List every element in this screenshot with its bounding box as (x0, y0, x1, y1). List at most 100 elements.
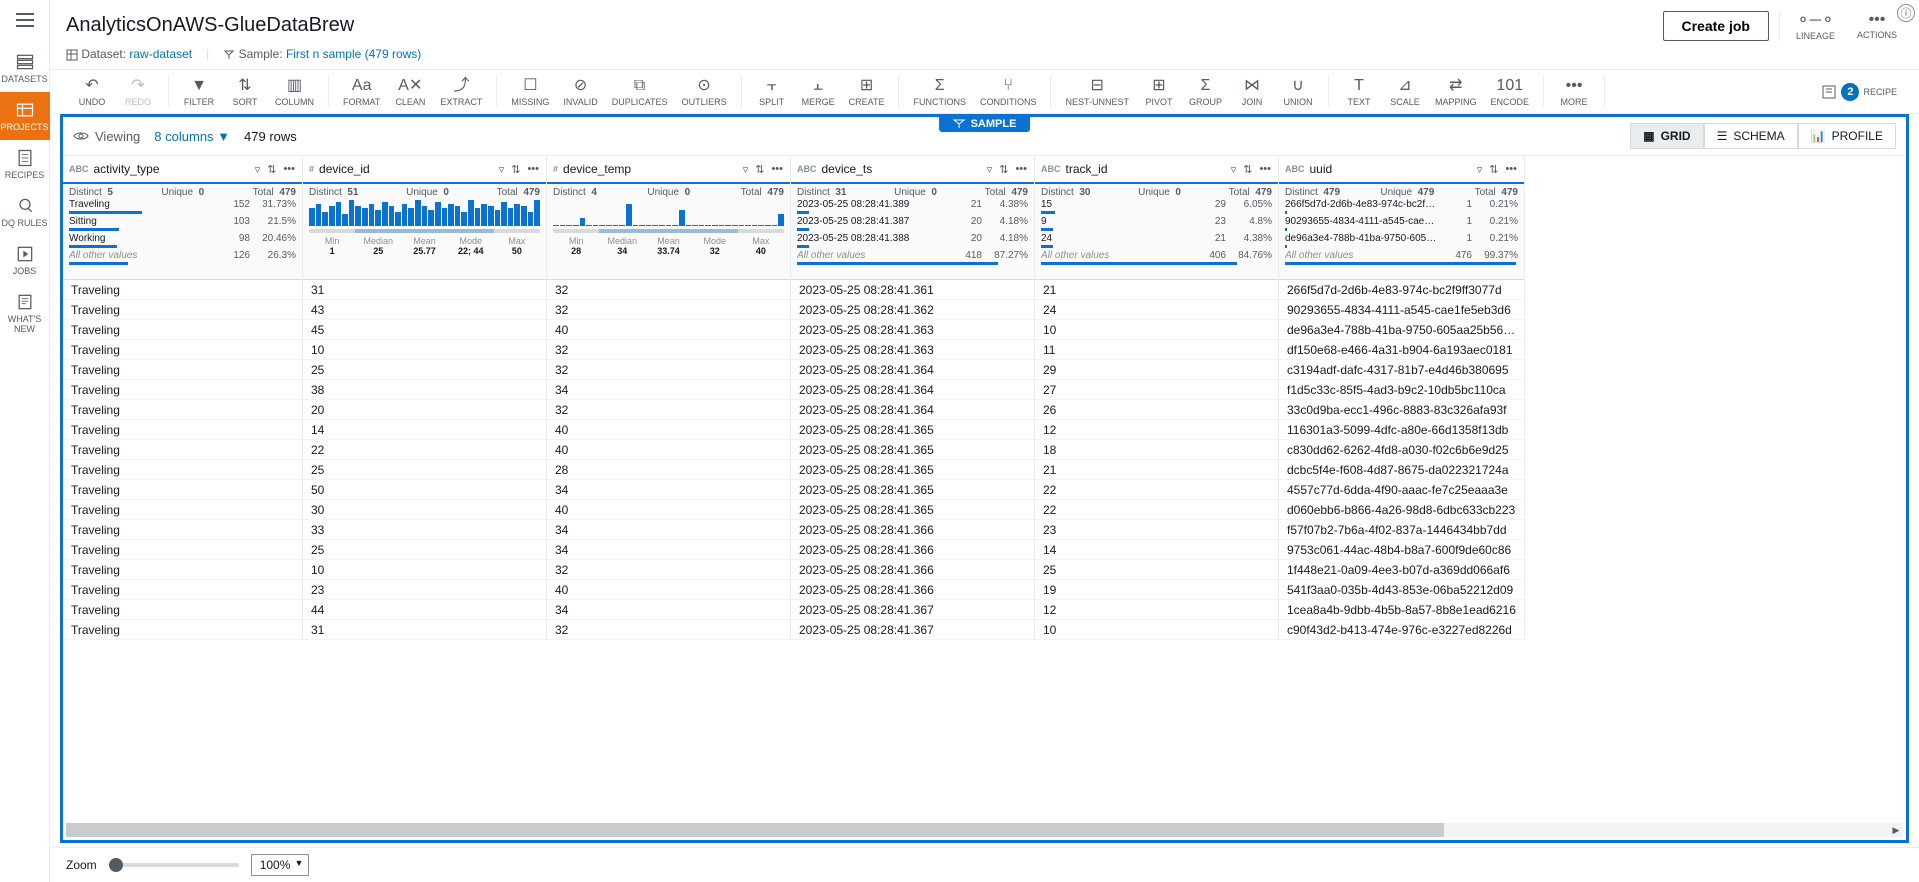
view-schema-button[interactable]: ☰ SCHEMA (1704, 123, 1798, 149)
cell[interactable]: Traveling (63, 460, 302, 480)
view-grid-button[interactable]: ▦ GRID (1630, 123, 1703, 149)
cell[interactable]: 38 (303, 380, 546, 400)
cell[interactable]: 14 (303, 420, 546, 440)
cell[interactable]: 2023-05-25 08:28:41.366 (791, 560, 1034, 580)
filter-icon[interactable]: ▿ (498, 162, 506, 177)
duplicates-button[interactable]: ⧉DUPLICATES (612, 76, 668, 107)
sample-tab[interactable]: SAMPLE (939, 116, 1031, 132)
column-header[interactable]: # device_id ▿ ⇅ ••• (303, 156, 546, 184)
cell[interactable]: df150e68-e466-4a31-b904-6a193aec0181 (1279, 340, 1524, 360)
filter-icon[interactable]: ▿ (254, 162, 262, 177)
cell[interactable]: 2023-05-25 08:28:41.365 (791, 420, 1034, 440)
scroll-right-icon[interactable]: ▶ (1889, 823, 1903, 837)
outliers-button[interactable]: ⊙OUTLIERS (682, 76, 727, 107)
join-button[interactable]: ⋈JOIN (1236, 76, 1268, 107)
sample-link[interactable]: First n sample (479 rows) (286, 47, 421, 61)
cell[interactable]: d060ebb6-b866-4a26-98d8-6dbc633cb223 (1279, 500, 1524, 520)
cell[interactable]: 34 (547, 540, 790, 560)
scale-button[interactable]: ⊿SCALE (1389, 76, 1421, 107)
redo-button[interactable]: ↷REDO (122, 76, 154, 107)
clean-button[interactable]: A✕CLEAN (394, 76, 426, 107)
invalid-button[interactable]: ⊘INVALID (563, 76, 597, 107)
mapping-button[interactable]: ⇄MAPPING (1435, 76, 1477, 107)
cell[interactable]: 24 (1035, 300, 1278, 320)
range-slider[interactable] (553, 229, 784, 233)
cell[interactable]: Traveling (63, 420, 302, 440)
cell[interactable]: 34 (547, 480, 790, 500)
cell[interactable]: 90293655-4834-4111-a545-cae1fe5eb3d6 (1279, 300, 1524, 320)
cell[interactable]: Traveling (63, 520, 302, 540)
cell[interactable]: c830dd62-6262-4fd8-a030-f02c6b6e9d25 (1279, 440, 1524, 460)
column-button[interactable]: ▥COLUMN (275, 76, 314, 107)
cell[interactable]: 2023-05-25 08:28:41.367 (791, 600, 1034, 620)
missing-button[interactable]: ☐MISSING (511, 76, 549, 107)
range-slider[interactable] (309, 229, 540, 233)
cell[interactable]: Traveling (63, 400, 302, 420)
sort-icon[interactable]: ⇅ (266, 162, 277, 177)
format-button[interactable]: AaFORMAT (343, 76, 380, 107)
cell[interactable]: 22 (303, 440, 546, 460)
union-button[interactable]: ∪UNION (1282, 76, 1314, 107)
filter-icon[interactable]: ▿ (1476, 162, 1484, 177)
text-button[interactable]: TTEXT (1343, 76, 1375, 107)
cell[interactable]: 27 (1035, 380, 1278, 400)
sort-icon[interactable]: ⇅ (1242, 162, 1253, 177)
cell[interactable]: 34 (547, 380, 790, 400)
sort-icon[interactable]: ⇅ (510, 162, 521, 177)
cell[interactable]: 25 (303, 460, 546, 480)
column-header[interactable]: ABC activity_type ▿ ⇅ ••• (63, 156, 302, 184)
cell[interactable]: 23 (1035, 520, 1278, 540)
cell[interactable]: Traveling (63, 580, 302, 600)
cell[interactable]: 29 (1035, 360, 1278, 380)
sort-button[interactable]: ⇅SORT (229, 76, 261, 107)
actions-button[interactable]: •••ACTIONS (1851, 9, 1903, 42)
more-button[interactable]: •••MORE (1558, 76, 1590, 107)
cell[interactable]: 32 (547, 300, 790, 320)
view-profile-button[interactable]: 📊 PROFILE (1798, 123, 1896, 149)
cell[interactable]: 45 (303, 320, 546, 340)
cell[interactable]: 28 (547, 460, 790, 480)
cell[interactable]: Traveling (63, 360, 302, 380)
column-header[interactable]: # device_temp ▿ ⇅ ••• (547, 156, 790, 184)
cell[interactable]: 34 (547, 600, 790, 620)
conditions-button[interactable]: ⑂CONDITIONS (980, 76, 1037, 107)
nav-jobs[interactable]: JOBS (0, 236, 50, 284)
cell[interactable]: 44 (303, 600, 546, 620)
nav-recipes[interactable]: RECIPES (0, 140, 50, 188)
cell[interactable]: Traveling (63, 320, 302, 340)
cell[interactable]: Traveling (63, 560, 302, 580)
cell[interactable]: Traveling (63, 600, 302, 620)
nest-button[interactable]: ⊟NEST-UNNEST (1065, 76, 1129, 107)
cell[interactable]: 50 (303, 480, 546, 500)
cell[interactable]: 21 (1035, 460, 1278, 480)
cell[interactable]: 33c0d9ba-ecc1-496c-8883-83c326afa93f (1279, 400, 1524, 420)
zoom-select[interactable]: 100% (251, 854, 310, 876)
cell[interactable]: 2023-05-25 08:28:41.366 (791, 540, 1034, 560)
cell[interactable]: 22 (1035, 500, 1278, 520)
cell[interactable]: 40 (547, 320, 790, 340)
create-button[interactable]: ⊞CREATE (849, 76, 885, 107)
functions-button[interactable]: ΣFUNCTIONS (913, 76, 966, 107)
nav-projects[interactable]: PROJECTS (0, 92, 50, 140)
column-menu-icon[interactable]: ••• (526, 162, 540, 176)
cell[interactable]: 10 (303, 340, 546, 360)
cell[interactable]: f57f07b2-7b6a-4f02-837a-1446434bb7dd (1279, 520, 1524, 540)
lineage-button[interactable]: ⚬─⚬LINEAGE (1790, 8, 1841, 43)
filter-icon[interactable]: ▿ (1230, 162, 1238, 177)
cell[interactable]: 10 (1035, 320, 1278, 340)
column-menu-icon[interactable]: ••• (1258, 162, 1272, 176)
group-button[interactable]: ΣGROUP (1189, 76, 1222, 107)
merge-button[interactable]: ⫠MERGE (802, 76, 835, 107)
cell[interactable]: 9753c061-44ac-48b4-b8a7-600f9de60c86 (1279, 540, 1524, 560)
extract-button[interactable]: ⤴EXTRACT (440, 76, 482, 107)
create-job-button[interactable]: Create job (1663, 11, 1769, 41)
cell[interactable]: 23 (303, 580, 546, 600)
cell[interactable]: Traveling (63, 440, 302, 460)
cell[interactable]: 2023-05-25 08:28:41.364 (791, 400, 1034, 420)
cell[interactable]: de96a3e4-788b-41ba-9750-605aa25b5601 (1279, 320, 1524, 340)
cell[interactable]: 14 (1035, 540, 1278, 560)
column-header[interactable]: ABC device_ts ▿ ⇅ ••• (791, 156, 1034, 184)
cell[interactable]: 12 (1035, 420, 1278, 440)
hamburger-icon[interactable] (13, 8, 37, 32)
cell[interactable]: 2023-05-25 08:28:41.362 (791, 300, 1034, 320)
